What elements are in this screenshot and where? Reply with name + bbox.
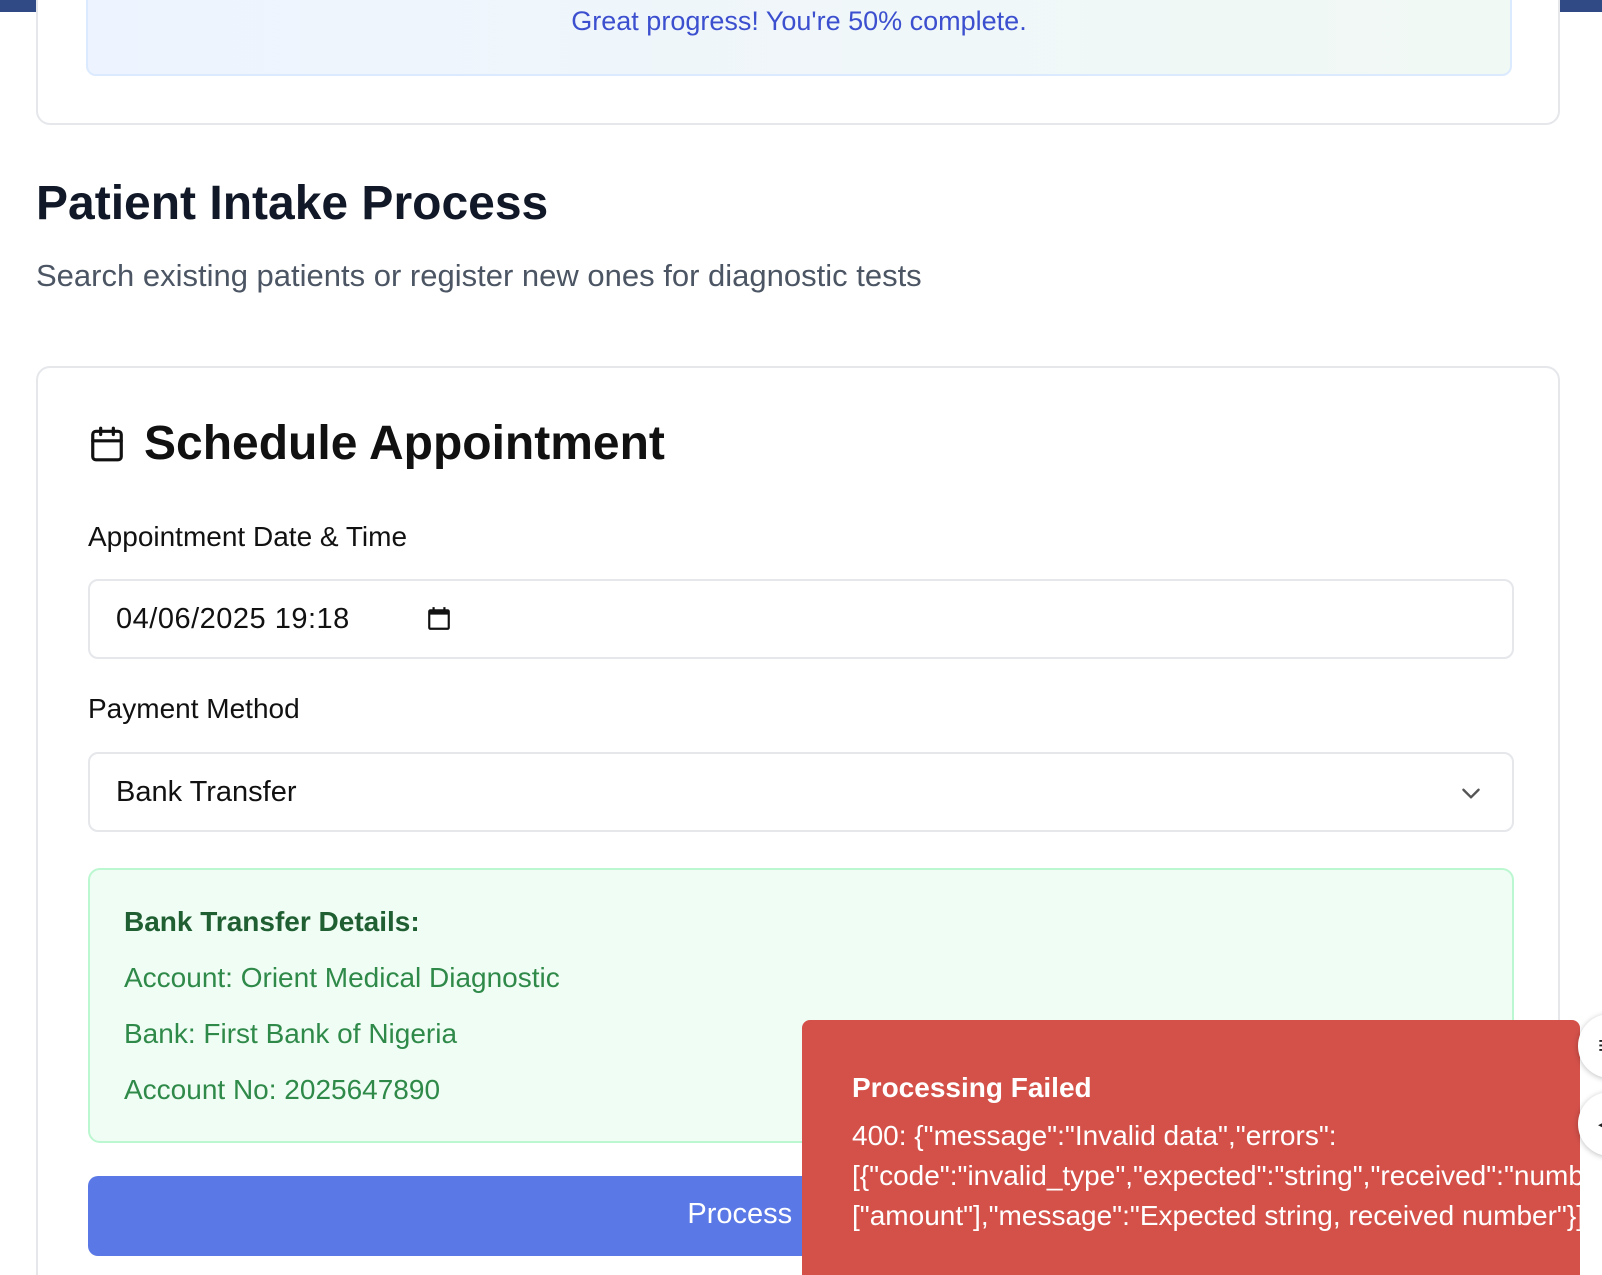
progress-card: Great progress! You're 50% complete. [36,0,1560,125]
page-title: Patient Intake Process [36,177,549,230]
progress-message: Great progress! You're 50% complete. [571,6,1027,36]
card-header: Schedule Appointment [88,416,665,471]
bank-account-name: Account: Orient Medical Diagnostic [124,962,560,993]
page-subtitle: Search existing patients or register new… [36,258,922,293]
bank-details-title: Bank Transfer Details: [124,906,420,937]
bank-account-number: Account No: 2025647890 [124,1074,441,1105]
bank-name: Bank: First Bank of Nigeria [124,1018,458,1049]
payment-method-label: Payment Method [88,693,300,724]
calendar-icon [88,424,126,464]
appointment-datetime-value: 04/06/2025 19:18 [116,603,350,635]
chevron-down-icon [1458,780,1484,811]
floating-collapse-button[interactable]: ◀ [1578,1092,1602,1156]
date-picker-icon[interactable] [426,605,452,638]
appointment-datetime-input[interactable]: 04/06/2025 19:18 [88,579,1514,659]
error-toast[interactable]: Processing Failed 400: {"message":"Inval… [802,1020,1580,1275]
progress-banner: Great progress! You're 50% complete. [86,0,1512,76]
payment-method-value: Bank Transfer [116,776,297,808]
menu-icon: ≡ [1598,1032,1602,1058]
payment-method-select[interactable]: Bank Transfer [88,752,1514,832]
floating-menu-button[interactable]: ≡ [1578,1014,1602,1078]
card-title: Schedule Appointment [144,417,665,470]
arrow-left-icon: ◀ [1598,1110,1602,1136]
appointment-date-label: Appointment Date & Time [88,521,408,552]
toast-message-line: [{"code":"invalid_type","expected":"stri… [852,1160,1580,1191]
toast-title: Processing Failed [852,1072,1092,1103]
toast-message-line: 400: {"message":"Invalid data","errors": [852,1120,1337,1151]
toast-message-line: ["amount"],"message":"Expected string, r… [852,1200,1580,1231]
